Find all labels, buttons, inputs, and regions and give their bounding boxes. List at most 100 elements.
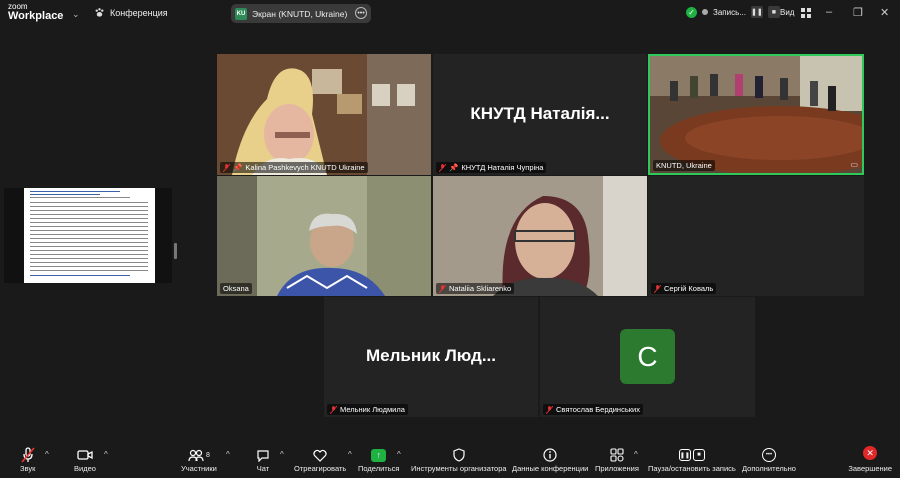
participants-label: Участники	[181, 464, 217, 473]
apps-icon	[610, 448, 624, 462]
participant-name-label: KNUTD, Ukraine	[653, 160, 715, 171]
chevron-up-icon[interactable]: ^	[226, 450, 230, 459]
participant-big-name: КНУТД Наталія...	[470, 104, 610, 123]
pause-record-button[interactable]: ❚❚ ■ Пауза/остановить запись	[648, 446, 736, 473]
participant-name: Мельник Людмила	[340, 405, 405, 414]
video-tile-oksana[interactable]: Oksana	[217, 176, 431, 296]
video-tile-sviatoslav-berdynskykh[interactable]: C Святослав Бердинських	[540, 297, 755, 417]
chevron-up-icon[interactable]: ^	[104, 450, 108, 459]
end-meeting-button[interactable]: ✕ Завершение	[848, 446, 892, 473]
video-tile-kalina[interactable]: 📌 Kalina Pashkevych KNUTD Ukraine	[217, 54, 431, 175]
chevron-down-icon[interactable]: ⌄	[72, 9, 80, 20]
mic-muted-icon	[330, 405, 337, 414]
meeting-info-button[interactable]: Данные конференции	[512, 446, 588, 473]
mic-muted-icon	[654, 284, 661, 293]
participant-video	[433, 176, 647, 296]
more-label: Дополнительно	[742, 464, 796, 473]
participants-icon	[188, 449, 204, 461]
video-tile-serhii-koval[interactable]: Сергій Коваль	[648, 176, 864, 296]
screen-share-indicator[interactable]: KU Экран (KNUTD, Ukraine) •••	[231, 4, 371, 23]
audio-label: Звук	[20, 464, 36, 473]
meeting-info-label: Данные конференции	[512, 464, 589, 473]
participant-video	[217, 176, 431, 296]
video-tile-knutd-room[interactable]: KNUTD, Ukraine ▭	[648, 54, 864, 175]
grid-view-icon[interactable]	[800, 7, 812, 19]
apps-label: Приложения	[595, 464, 639, 473]
participants-count: 8	[205, 451, 210, 459]
pause-record-icon[interactable]: ❚❚	[750, 6, 763, 18]
conference-menu[interactable]: Конференция	[94, 7, 168, 18]
participant-name-label: 📌 КНУТД Наталія Чупріна	[436, 162, 547, 173]
logo-workplace-text: Workplace	[8, 10, 64, 22]
chevron-up-icon[interactable]: ^	[634, 450, 638, 459]
shared-screen-thumbnail[interactable]	[4, 188, 172, 283]
screen-share-label: Экран (KNUTD, Ukraine)	[252, 8, 348, 19]
chat-icon	[257, 449, 269, 462]
restore-icon[interactable]: ❐	[853, 6, 863, 19]
participant-video	[217, 54, 431, 175]
paw-icon	[95, 8, 104, 17]
end-label: Завершение	[848, 464, 892, 473]
pause-record-label: Пауза/остановить запись	[648, 464, 736, 473]
more-options-icon[interactable]: •••	[355, 7, 367, 19]
stop-record-icon[interactable]: ■	[767, 6, 780, 18]
close-icon: ✕	[863, 446, 878, 460]
stop-icon: ■	[692, 449, 705, 461]
chat-button[interactable]: Чат	[256, 446, 270, 473]
participant-video	[650, 56, 862, 173]
participant-name: Kalina Pashkevych KNUTD Ukraine	[245, 163, 365, 172]
video-button[interactable]: Видео	[74, 446, 96, 473]
audio-button[interactable]: Звук	[20, 446, 35, 473]
recording-status: ✓ Запись... ❚❚ ■	[686, 6, 780, 18]
mic-muted-icon	[21, 447, 35, 463]
video-label: Видео	[74, 464, 96, 473]
record-label: Запись...	[713, 7, 746, 17]
chevron-up-icon[interactable]: ^	[348, 450, 352, 459]
panel-resize-handle[interactable]	[174, 243, 177, 259]
chevron-up-icon[interactable]: ^	[397, 450, 401, 459]
info-icon	[543, 448, 557, 462]
shield-icon	[453, 448, 465, 462]
screen-share-badge: KU	[235, 7, 247, 20]
conference-label: Конференция	[110, 7, 168, 18]
participant-name-label: Мельник Людмила	[327, 404, 408, 415]
reactions-label: Отреагировать	[294, 464, 347, 473]
more-button[interactable]: ••• Дополнительно	[742, 446, 796, 473]
video-tile-nataliia-skliarenko[interactable]: Nataliia Skliarenko	[433, 176, 647, 296]
more-options-icon[interactable]: ▭	[850, 160, 858, 169]
share-button[interactable]: ↑ Поделиться	[358, 446, 399, 473]
pause-icon: ❚❚	[678, 449, 691, 461]
video-tile-natalia-chuprina[interactable]: КНУТД Наталія... 📌 КНУТД Наталія Чупріна	[433, 54, 647, 175]
mic-muted-icon	[223, 163, 230, 172]
participant-name-label: Сергій Коваль	[651, 283, 717, 294]
zoom-logo: zoom Workplace	[8, 3, 63, 22]
participant-name-label: Nataliia Skliarenko	[436, 283, 515, 294]
participant-name: Nataliia Skliarenko	[449, 284, 512, 293]
video-tile-melnyk-liudmyla[interactable]: Мельник Люд... Мельник Людмила	[324, 297, 538, 417]
participants-button[interactable]: 8 Участники	[181, 446, 217, 473]
more-icon: •••	[761, 448, 776, 462]
view-button[interactable]: Вид	[780, 8, 794, 17]
meeting-toolbar: Звук ^ Видео ^ 8 Участники ^ Чат ^ Отреа…	[0, 442, 900, 478]
mic-muted-icon	[439, 163, 446, 172]
share-label: Поделиться	[358, 464, 400, 473]
host-tools-button[interactable]: Инструменты организатора	[411, 446, 507, 473]
participant-big-name: Мельник Люд...	[366, 346, 496, 365]
apps-button[interactable]: Приложения	[595, 446, 639, 473]
pin-icon: 📌	[233, 163, 243, 172]
reactions-button[interactable]: Отреагировать	[294, 446, 346, 473]
mic-muted-icon	[546, 405, 553, 414]
participant-name: Святослав Бердинських	[556, 405, 640, 414]
participant-name: Oksana	[223, 284, 249, 293]
chevron-up-icon[interactable]: ^	[280, 450, 284, 459]
shared-document	[24, 188, 155, 283]
mic-muted-icon	[439, 284, 446, 293]
host-tools-label: Инструменты организатора	[411, 464, 507, 473]
camera-icon	[77, 450, 93, 460]
pin-icon: 📌	[449, 163, 459, 172]
minimize-icon[interactable]: –	[826, 6, 832, 18]
close-icon[interactable]: ✕	[880, 6, 889, 19]
security-shield-icon[interactable]: ✓	[686, 6, 697, 18]
participant-name: КНУТД Наталія Чупріна	[461, 163, 544, 172]
chevron-up-icon[interactable]: ^	[45, 450, 49, 459]
